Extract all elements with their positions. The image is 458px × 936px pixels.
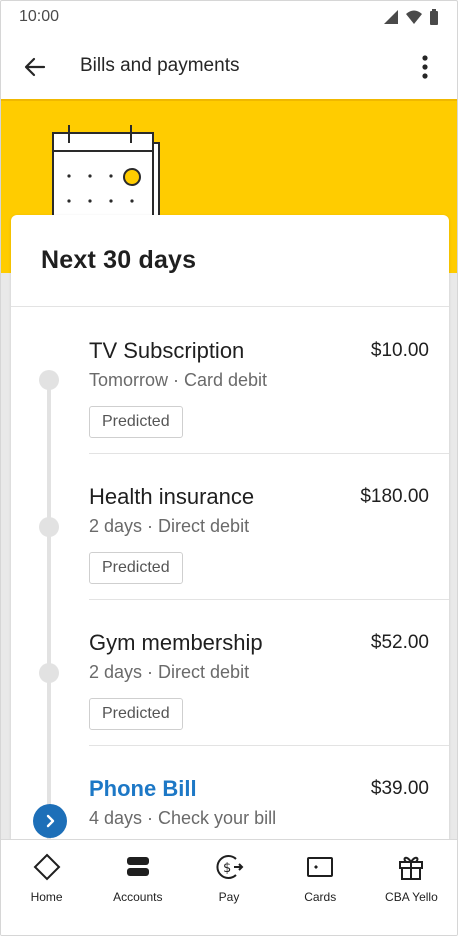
bill-amount: $39.00 <box>370 778 429 799</box>
predicted-chip: Predicted <box>89 406 183 438</box>
chevron-right-icon <box>46 814 55 828</box>
bill-amount: $10.00 <box>370 340 429 361</box>
nav-item-cba-yello[interactable]: CBA Yello <box>366 840 457 935</box>
battery-icon <box>430 9 438 25</box>
wifi-icon <box>406 10 422 24</box>
home-diamond-icon <box>32 852 62 882</box>
bill-detail: Tomorrow · Card debit <box>89 370 268 390</box>
nav-label: Home <box>30 890 63 904</box>
phone-screen: 10:00 Bills and payments Next 30 days TV… <box>0 0 458 936</box>
timeline-dot <box>39 517 59 537</box>
signal-icon <box>384 10 398 24</box>
timeline-dot <box>39 663 59 683</box>
timeline-line <box>47 377 51 839</box>
nav-item-home[interactable]: Home <box>1 840 92 935</box>
nav-item-cards[interactable]: Cards <box>275 840 366 935</box>
arrow-left-icon <box>24 57 46 77</box>
more-vertical-icon <box>422 55 428 79</box>
bill-item-tv-subscription[interactable]: TV Subscription $10.00 Tomorrow · Card d… <box>39 308 449 454</box>
bill-item-health-insurance[interactable]: Health insurance $180.00 2 days · Direct… <box>39 454 449 600</box>
status-icons <box>383 9 439 25</box>
bill-amount: $180.00 <box>360 486 429 507</box>
nav-label: Pay <box>218 890 240 904</box>
card-header: Next 30 days <box>11 215 449 307</box>
nav-label: Accounts <box>113 890 163 904</box>
bill-item-phone-bill[interactable]: Phone Bill $39.00 4 days · Check your bi… <box>89 746 449 839</box>
timeline-dot <box>39 370 59 390</box>
bill-name-link[interactable]: Phone Bill <box>89 776 197 802</box>
back-button[interactable] <box>21 53 49 81</box>
bills-card: Next 30 days TV Subscription $10.00 Tomo… <box>11 215 449 839</box>
bill-amount: $52.00 <box>370 632 429 653</box>
bill-name: Health insurance <box>89 484 255 509</box>
nav-label: Cards <box>304 890 337 904</box>
nav-item-pay[interactable]: $ Pay <box>183 840 274 935</box>
expand-next-button[interactable] <box>33 804 67 838</box>
card-title: Next 30 days <box>41 246 197 274</box>
accounts-icon <box>123 852 153 882</box>
bill-detail: 2 days · Direct debit <box>89 662 250 682</box>
bill-item-gym-membership[interactable]: Gym membership $52.00 2 days · Direct de… <box>39 600 449 746</box>
more-options-button[interactable] <box>413 51 437 83</box>
pay-icon: $ <box>214 852 244 882</box>
calendar-illustration-icon <box>52 125 160 221</box>
status-time: 10:00 <box>19 8 60 25</box>
bottom-navigation: Home Accounts $ Pay Cards CBA Yello <box>1 839 457 935</box>
card-icon <box>305 852 335 882</box>
page-title: Bills and payments <box>80 55 240 76</box>
status-bar: 10:00 <box>1 1 457 33</box>
predicted-chip: Predicted <box>89 552 183 584</box>
nav-label: CBA Yello <box>385 890 438 904</box>
gift-icon <box>396 852 426 882</box>
predicted-chip: Predicted <box>89 698 183 730</box>
bill-name: Gym membership <box>89 630 263 655</box>
app-bar: Bills and payments <box>1 33 457 99</box>
nav-item-accounts[interactable]: Accounts <box>92 840 183 935</box>
bill-detail: 4 days · Check your bill <box>89 808 277 828</box>
bill-name: TV Subscription <box>89 338 245 363</box>
bill-detail: 2 days · Direct debit <box>89 516 250 536</box>
svg-text:$: $ <box>223 861 231 876</box>
